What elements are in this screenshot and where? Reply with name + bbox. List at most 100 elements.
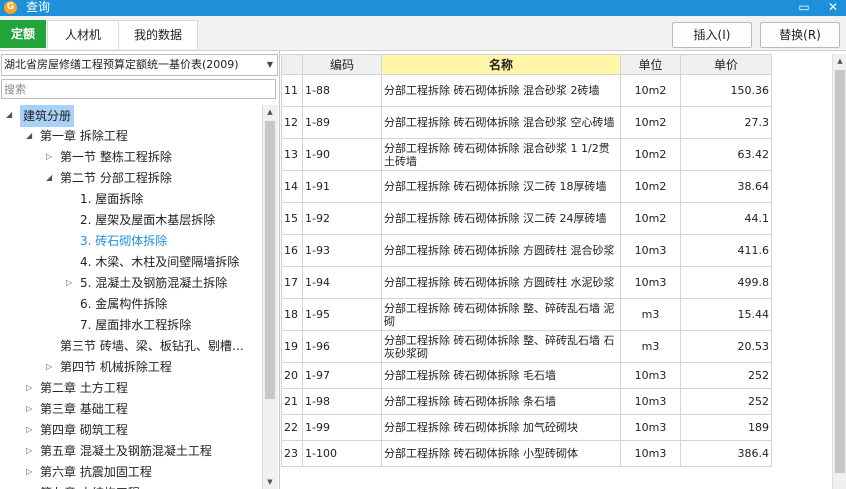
cell-unit[interactable]: 10m2 — [620, 74, 681, 107]
insert-button[interactable]: 插入(I) — [672, 22, 752, 48]
tree-item[interactable]: 3. 砖石砌体拆除 — [0, 231, 262, 251]
tree-item[interactable]: ▷ 第一节 整栋工程拆除 — [0, 147, 262, 167]
cell-n[interactable]: 13 — [281, 138, 303, 171]
cell-n[interactable]: 16 — [281, 234, 303, 267]
cell-n[interactable]: 11 — [281, 74, 303, 107]
table-row[interactable]: 18 1-95 分部工程拆除 砖石砌体拆除 整、碎砖乱石墙 泥砌 m3 15.44 — [281, 298, 772, 331]
tree-item[interactable]: ▷ 第三章 基础工程 — [0, 399, 262, 419]
cell-name[interactable]: 分部工程拆除 砖石砌体拆除 混合砂浆 空心砖墙 — [381, 106, 621, 139]
table-row[interactable]: 14 1-91 分部工程拆除 砖石砌体拆除 汉二砖 18厚砖墙 10m2 38.64 — [281, 170, 772, 203]
cell-price[interactable]: 252 — [680, 388, 772, 415]
cell-code[interactable]: 1-100 — [302, 440, 382, 467]
tree-item[interactable]: ▷ 第四节 机械拆除工程 — [0, 357, 262, 377]
cell-name[interactable]: 分部工程拆除 砖石砌体拆除 毛石墙 — [381, 362, 621, 389]
table-row[interactable]: 22 1-99 分部工程拆除 砖石砌体拆除 加气砼砌块 10m3 189 — [281, 414, 772, 441]
cell-price[interactable]: 499.8 — [680, 266, 772, 299]
expand-arrow-icon[interactable]: ▷ — [26, 483, 32, 489]
tree-item[interactable]: ▷ 第六章 抗震加固工程 — [0, 462, 262, 482]
cell-unit[interactable]: 10m3 — [620, 414, 681, 441]
tree-item[interactable]: ▷ 第五章 混凝土及钢筋混凝土工程 — [0, 441, 262, 461]
cell-price[interactable]: 386.4 — [680, 440, 772, 467]
tab-labor-material-machine[interactable]: 人材机 — [47, 20, 119, 49]
tree-item[interactable]: ▷ 第二章 土方工程 — [0, 378, 262, 398]
cell-code[interactable]: 1-97 — [302, 362, 382, 389]
tree-item[interactable]: 2. 屋架及屋面木基层拆除 — [0, 210, 262, 230]
tree-item[interactable]: ◢ 第一章 拆除工程 — [0, 126, 262, 146]
expand-arrow-icon[interactable]: ▷ — [26, 441, 32, 461]
cell-unit[interactable]: 10m2 — [620, 202, 681, 235]
tab-my-data[interactable]: 我的数据 — [118, 20, 198, 49]
table-row[interactable]: 16 1-93 分部工程拆除 砖石砌体拆除 方圆砖柱 混合砂浆 10m3 411.6 — [281, 234, 772, 267]
cell-unit[interactable]: 10m3 — [620, 266, 681, 299]
cell-name[interactable]: 分部工程拆除 砖石砌体拆除 方圆砖柱 水泥砂浆 — [381, 266, 621, 299]
cell-n[interactable]: 15 — [281, 202, 303, 235]
cell-price[interactable]: 38.64 — [680, 170, 772, 203]
cell-price[interactable]: 27.3 — [680, 106, 772, 139]
chevron-down-icon[interactable]: ▼ — [267, 55, 273, 75]
tree-item[interactable]: ▷ 5. 混凝土及钢筋混凝土拆除 — [0, 273, 262, 293]
tab-quota[interactable]: 定额 — [0, 20, 46, 48]
table-row[interactable]: 20 1-97 分部工程拆除 砖石砌体拆除 毛石墙 10m3 252 — [281, 362, 772, 389]
cell-name[interactable]: 分部工程拆除 砖石砌体拆除 整、碎砖乱石墙 石灰砂浆砌 — [381, 330, 621, 363]
cell-code[interactable]: 1-91 — [302, 170, 382, 203]
cell-name[interactable]: 分部工程拆除 砖石砌体拆除 混合砂浆 2砖墙 — [381, 74, 621, 107]
cell-price[interactable]: 189 — [680, 414, 772, 441]
table-row[interactable]: 17 1-94 分部工程拆除 砖石砌体拆除 方圆砖柱 水泥砂浆 10m3 499.8 — [281, 266, 772, 299]
cell-unit[interactable]: 10m2 — [620, 138, 681, 171]
expand-arrow-icon[interactable]: ▷ — [26, 378, 32, 398]
tree-item[interactable]: 4. 木梁、木柱及间壁隔墙拆除 — [0, 252, 262, 272]
cell-unit[interactable]: m3 — [620, 298, 681, 331]
scroll-up-icon[interactable]: ▲ — [833, 54, 846, 68]
cell-unit[interactable]: 10m3 — [620, 234, 681, 267]
cell-code[interactable]: 1-88 — [302, 74, 382, 107]
table-row[interactable]: 19 1-96 分部工程拆除 砖石砌体拆除 整、碎砖乱石墙 石灰砂浆砌 m3 20.53 — [281, 330, 772, 363]
cell-price[interactable]: 150.36 — [680, 74, 772, 107]
cell-unit[interactable]: 10m3 — [620, 362, 681, 389]
cell-price[interactable]: 20.53 — [680, 330, 772, 363]
cell-n[interactable]: 14 — [281, 170, 303, 203]
expand-arrow-icon[interactable]: ▷ — [46, 147, 52, 167]
expand-arrow-icon[interactable]: ▷ — [26, 420, 32, 440]
expand-arrow-icon[interactable]: ▷ — [46, 357, 52, 377]
cell-unit[interactable]: 10m3 — [620, 440, 681, 467]
tree-item[interactable]: 6. 金属构件拆除 — [0, 294, 262, 314]
cell-unit[interactable]: m3 — [620, 330, 681, 363]
expand-arrow-icon[interactable]: ▷ — [26, 462, 32, 482]
cell-n[interactable]: 18 — [281, 298, 303, 331]
cell-price[interactable]: 44.1 — [680, 202, 772, 235]
cell-name[interactable]: 分部工程拆除 砖石砌体拆除 整、碎砖乱石墙 泥砌 — [381, 298, 621, 331]
col-header-code[interactable]: 编码 — [302, 54, 382, 75]
minimize-button[interactable]: ▭ — [795, 0, 813, 15]
tree-scrollbar-thumb[interactable] — [265, 121, 275, 399]
table-row[interactable]: 23 1-100 分部工程拆除 砖石砌体拆除 小型砖砌体 10m3 386.4 — [281, 440, 772, 467]
cell-code[interactable]: 1-95 — [302, 298, 382, 331]
cell-price[interactable]: 15.44 — [680, 298, 772, 331]
close-button[interactable]: ✕ — [824, 0, 842, 15]
cell-code[interactable]: 1-93 — [302, 234, 382, 267]
cell-code[interactable]: 1-90 — [302, 138, 382, 171]
grid-scrollbar-thumb[interactable] — [835, 70, 845, 473]
collapse-arrow-icon[interactable]: ◢ — [6, 105, 12, 125]
cell-code[interactable]: 1-98 — [302, 388, 382, 415]
table-row[interactable]: 21 1-98 分部工程拆除 砖石砌体拆除 条石墙 10m3 252 — [281, 388, 772, 415]
tree-item[interactable]: ◢ 建筑分册 — [0, 105, 262, 127]
cell-price[interactable]: 252 — [680, 362, 772, 389]
cell-unit[interactable]: 10m2 — [620, 106, 681, 139]
cell-name[interactable]: 分部工程拆除 砖石砌体拆除 混合砂浆 1 1/2贯土砖墙 — [381, 138, 621, 171]
tree-item[interactable]: 1. 屋面拆除 — [0, 189, 262, 209]
tree-item[interactable]: 第三节 砖墙、梁、板钻孔、剔槽… — [0, 336, 262, 356]
scroll-down-icon[interactable]: ▼ — [263, 475, 277, 489]
table-row[interactable]: 11 1-88 分部工程拆除 砖石砌体拆除 混合砂浆 2砖墙 10m2 150.36 — [281, 74, 772, 107]
cell-n[interactable]: 22 — [281, 414, 303, 441]
collapse-arrow-icon[interactable]: ◢ — [26, 126, 32, 146]
cell-name[interactable]: 分部工程拆除 砖石砌体拆除 条石墙 — [381, 388, 621, 415]
cell-n[interactable]: 17 — [281, 266, 303, 299]
cell-n[interactable]: 21 — [281, 388, 303, 415]
cell-n[interactable]: 20 — [281, 362, 303, 389]
cell-n[interactable]: 23 — [281, 440, 303, 467]
table-row[interactable]: 13 1-90 分部工程拆除 砖石砌体拆除 混合砂浆 1 1/2贯土砖墙 10m2 63… — [281, 138, 772, 171]
cell-code[interactable]: 1-92 — [302, 202, 382, 235]
search-input[interactable]: 搜索 — [1, 79, 276, 99]
cell-name[interactable]: 分部工程拆除 砖石砌体拆除 小型砖砌体 — [381, 440, 621, 467]
library-select[interactable]: 湖北省房屋修缮工程预算定额统一基价表(2009) ▼ — [1, 54, 278, 76]
